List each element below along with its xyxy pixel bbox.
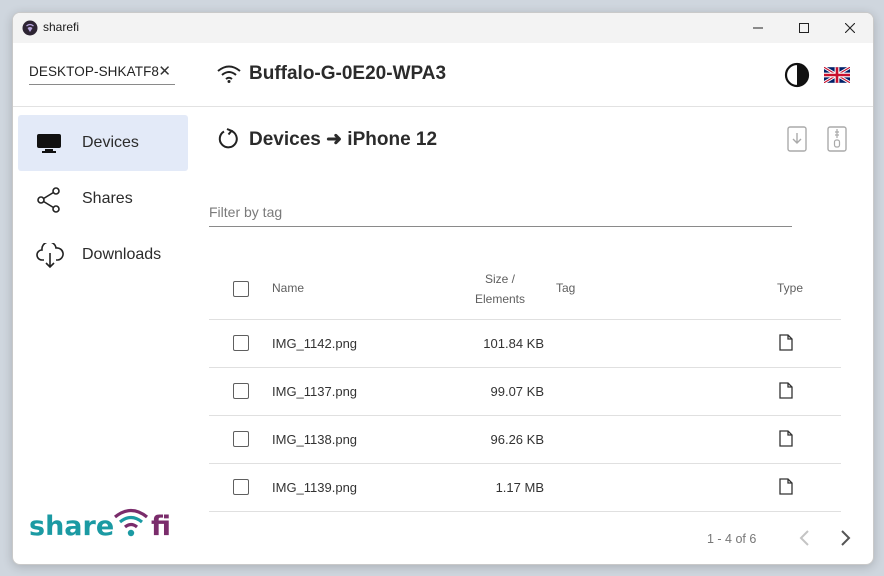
svg-text:fi: fi	[151, 511, 171, 542]
file-size: 101.84 KB	[483, 336, 544, 351]
app-window: sharefi DESKTOP-SHKATF8 ✕ Buffalo-G-0E20…	[12, 12, 874, 565]
file-size: 99.07 KB	[490, 384, 545, 399]
hostname-field[interactable]: DESKTOP-SHKATF8 ✕	[29, 62, 175, 85]
column-header-type[interactable]: Type	[777, 281, 803, 295]
column-header-name[interactable]: Name	[272, 281, 304, 295]
sidebar-item-label: Shares	[82, 190, 133, 207]
top-bar: DESKTOP-SHKATF8 ✕ Buffalo-G-0E20-WPA3	[13, 43, 873, 107]
table-row[interactable]: IMG_1138.png 96.26 KB	[209, 416, 841, 464]
minimize-button[interactable]	[735, 13, 781, 43]
title-bar: sharefi	[13, 13, 873, 43]
table-header: Name Size / Elements Tag Type	[209, 257, 841, 320]
svg-text:share: share	[29, 511, 114, 542]
file-size: 96.26 KB	[490, 432, 545, 447]
file-icon	[779, 334, 793, 356]
file-name: IMG_1137.png	[272, 384, 358, 399]
column-header-tag[interactable]: Tag	[556, 281, 575, 295]
row-checkbox[interactable]	[233, 431, 249, 447]
contrast-toggle-icon[interactable]	[784, 62, 810, 93]
chevron-left-icon[interactable]	[797, 529, 813, 552]
file-size: 1.17 MB	[495, 480, 544, 495]
row-checkbox[interactable]	[233, 383, 249, 399]
close-button[interactable]	[827, 13, 873, 43]
file-name: IMG_1138.png	[272, 432, 358, 447]
file-icon	[779, 478, 793, 500]
pagination-status: 1 - 4 of 6	[707, 532, 757, 546]
maximize-button[interactable]	[781, 13, 827, 43]
file-icon	[779, 382, 793, 404]
sharefi-logo: share fi	[29, 503, 177, 548]
file-name: IMG_1139.png	[272, 480, 358, 495]
table-row[interactable]: IMG_1139.png 1.17 MB	[209, 464, 841, 512]
file-table: Name Size / Elements Tag Type IMG_1142.p…	[209, 257, 841, 512]
zip-download-icon[interactable]	[827, 126, 847, 157]
wifi-icon	[217, 65, 241, 88]
breadcrumb: Devices ➜ iPhone 12	[249, 129, 438, 150]
clear-icon[interactable]: ✕	[158, 62, 171, 80]
app-logo-icon	[22, 20, 38, 36]
main-content: Devices ➜ iPhone 12 Name Size / Elements…	[209, 107, 873, 564]
monitor-icon	[36, 131, 64, 157]
table-row[interactable]: IMG_1142.png 101.84 KB	[209, 320, 841, 368]
sidebar-item-devices[interactable]: Devices	[18, 115, 188, 171]
file-icon	[779, 430, 793, 452]
row-checkbox[interactable]	[233, 335, 249, 351]
sidebar-item-label: Devices	[82, 134, 139, 151]
file-name: IMG_1142.png	[272, 336, 358, 351]
refresh-icon[interactable]	[217, 127, 241, 156]
column-header-size[interactable]: Size / Elements	[459, 269, 541, 309]
download-selected-icon[interactable]	[787, 126, 807, 157]
window-title: sharefi	[43, 20, 80, 34]
chevron-right-icon[interactable]	[837, 529, 853, 552]
share-icon	[36, 187, 64, 213]
sidebar-item-shares[interactable]: Shares	[18, 171, 188, 227]
tag-filter[interactable]	[209, 196, 792, 227]
sidebar-item-downloads[interactable]: Downloads	[18, 227, 188, 283]
sidebar-item-label: Downloads	[82, 246, 162, 263]
row-checkbox[interactable]	[233, 479, 249, 495]
hostname-value[interactable]: DESKTOP-SHKATF8	[29, 64, 159, 79]
table-row[interactable]: IMG_1137.png 99.07 KB	[209, 368, 841, 416]
sidebar: Devices Shares Downloads	[13, 107, 193, 564]
tag-filter-input[interactable]	[209, 196, 792, 220]
uk-flag-icon[interactable]	[823, 65, 851, 88]
network-name: Buffalo-G-0E20-WPA3	[249, 63, 447, 84]
select-all-checkbox[interactable]	[233, 281, 249, 297]
cloud-download-icon	[36, 241, 64, 269]
